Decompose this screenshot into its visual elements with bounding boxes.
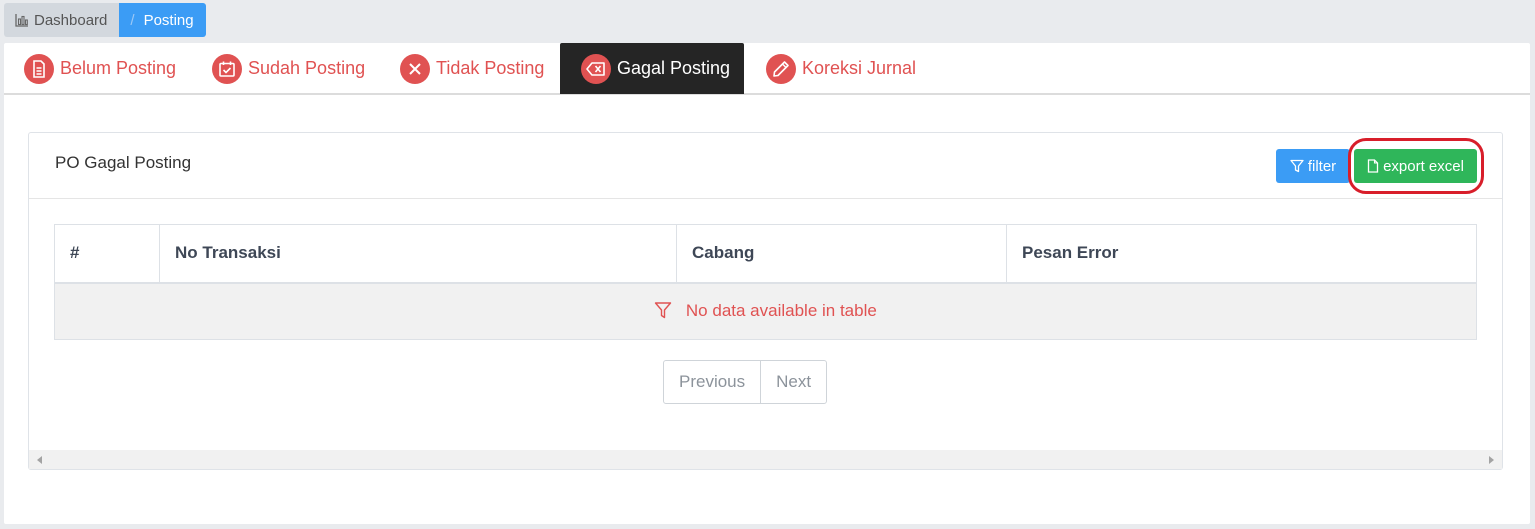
tab-label: Koreksi Jurnal — [802, 58, 917, 78]
tab-sudah-posting[interactable]: Sudah Posting — [212, 43, 365, 94]
document-icon — [24, 53, 54, 84]
column-header-pesan-error[interactable]: Pesan Error — [1006, 224, 1477, 284]
next-page-button[interactable]: Next — [760, 361, 826, 403]
scroll-right-arrow-icon[interactable] — [1489, 456, 1494, 464]
x-icon — [400, 53, 430, 84]
highlight-ring — [1348, 138, 1484, 194]
breadcrumb: Dashboard / Posting — [4, 3, 206, 37]
tab-koreksi-jurnal[interactable]: Koreksi Jurnal — [766, 43, 916, 94]
tab-tidak-posting[interactable]: Tidak Posting — [400, 43, 544, 94]
pen-icon — [766, 53, 796, 84]
breadcrumb-dashboard[interactable]: Dashboard — [4, 3, 120, 37]
tab-bar: Belum Posting Sudah Posting Tidak Postin… — [4, 43, 1530, 95]
card-header: PO Gagal Posting filter export excel — [29, 133, 1502, 199]
column-header-no-transaksi[interactable]: No Transaksi — [159, 224, 677, 284]
filter-button[interactable]: filter — [1276, 149, 1350, 183]
tab-label: Sudah Posting — [248, 58, 366, 78]
calendar-check-icon — [212, 53, 242, 84]
pagination: Previous Next — [663, 360, 828, 404]
column-header-number[interactable]: # — [54, 224, 160, 284]
data-table: # No Transaksi Cabang Pesan Error No dat… — [54, 224, 1477, 340]
breadcrumb-posting[interactable]: / Posting — [119, 3, 206, 37]
empty-table-cell: No data available in table — [54, 282, 1477, 340]
tab-gagal-posting[interactable]: Gagal Posting — [560, 43, 744, 94]
bar-chart-icon — [15, 14, 28, 27]
filter-button-label: filter — [1307, 157, 1337, 175]
table-row: No data available in table — [54, 282, 1477, 340]
scroll-left-arrow-icon[interactable] — [37, 456, 42, 464]
breadcrumb-separator: / — [130, 11, 135, 29]
gagal-posting-card: PO Gagal Posting filter export excel # N… — [28, 132, 1503, 470]
tab-label: Tidak Posting — [436, 58, 545, 78]
card-title: PO Gagal Posting — [55, 153, 192, 172]
breadcrumb-dashboard-label: Dashboard — [34, 11, 108, 29]
horizontal-scrollbar[interactable] — [29, 450, 1502, 469]
filter-icon — [1290, 159, 1304, 173]
backspace-icon — [581, 53, 611, 84]
tab-label: Gagal Posting — [617, 58, 731, 78]
previous-page-button[interactable]: Previous — [664, 361, 760, 403]
table-header-row: # No Transaksi Cabang Pesan Error — [54, 224, 1477, 284]
column-header-cabang[interactable]: Cabang — [676, 224, 1007, 284]
empty-table-message: No data available in table — [685, 301, 877, 321]
main-panel: Belum Posting Sudah Posting Tidak Postin… — [4, 43, 1530, 524]
breadcrumb-posting-label: Posting — [143, 11, 194, 29]
filter-icon — [654, 302, 672, 319]
tab-belum-posting[interactable]: Belum Posting — [24, 43, 176, 94]
tab-label: Belum Posting — [60, 58, 177, 78]
